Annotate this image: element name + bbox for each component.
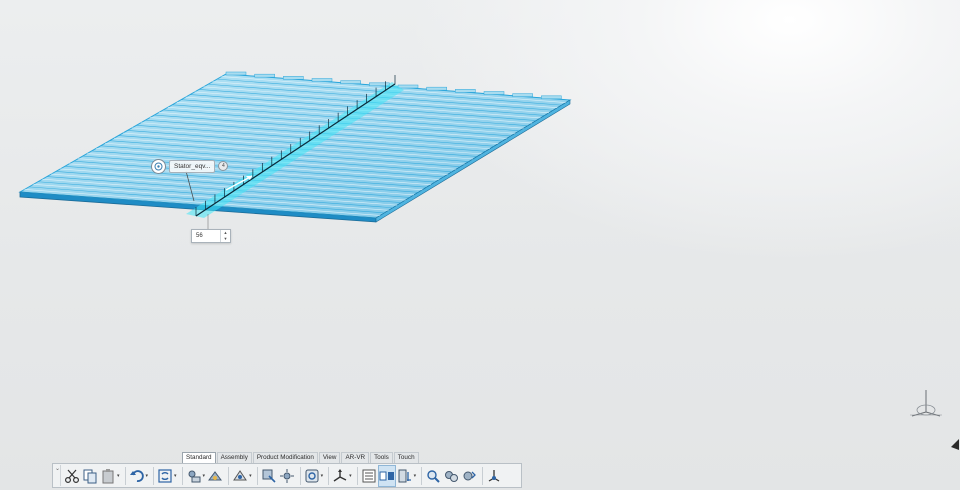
explode-icon[interactable] <box>279 466 295 486</box>
undo-icon[interactable]: ▾ <box>129 466 148 486</box>
render-style-icon[interactable]: ▾ <box>232 466 252 486</box>
action-bar-tabs: Standard Assembly Product Modification V… <box>182 452 420 463</box>
stator-model[interactable] <box>0 0 960 490</box>
stator-tooth <box>254 73 275 78</box>
tab-standard[interactable]: Standard <box>182 452 216 463</box>
value-spin-box[interactable]: 56 ▲ ▼ <box>191 229 231 243</box>
tab-assembly[interactable]: Assembly <box>216 452 252 463</box>
paste-icon[interactable]: ▾ <box>100 466 120 486</box>
view-mode-icon[interactable]: ▾ <box>304 466 323 486</box>
spin-down-icon[interactable]: ▼ <box>221 236 230 242</box>
triad-icon[interactable] <box>906 386 946 420</box>
hide-icon[interactable] <box>443 466 459 486</box>
copy-icon[interactable] <box>82 466 98 486</box>
axis-icon[interactable]: ▾ <box>332 466 352 486</box>
tab-tools[interactable]: Tools <box>370 452 393 463</box>
stator-tooth <box>541 95 562 100</box>
spin-value[interactable]: 56 <box>192 230 220 242</box>
stator-tooth <box>426 86 447 91</box>
tab-ar-vr[interactable]: AR-VR <box>341 452 370 463</box>
compass-icon[interactable] <box>151 158 166 174</box>
tree-icon[interactable] <box>361 466 377 486</box>
measure-icon[interactable]: ▾ <box>186 466 205 486</box>
cursor-icon <box>951 439 959 450</box>
model-label-text: Stator_eqv... <box>169 159 216 173</box>
tab-product-modification[interactable]: Product Modification <box>252 452 318 463</box>
update-icon[interactable]: ▾ <box>157 466 177 486</box>
tab-touch[interactable]: Touch <box>393 452 419 463</box>
swap-icon[interactable] <box>461 466 477 486</box>
stator-tooth <box>369 82 390 87</box>
action-bar: ⌄ ▾ ▾ ▾ ▾ ▾ ▾ ▾ ▾ <box>52 463 522 488</box>
toolbar-grip[interactable]: ⌄ <box>55 465 61 486</box>
stator-tooth <box>512 93 533 97</box>
3d-viewport[interactable]: Stator_eqv... 4 56 ▲ ▼ <box>0 0 960 490</box>
stator-tooth <box>397 84 419 89</box>
instance-badge: 4 <box>218 161 229 171</box>
multi-view-icon[interactable] <box>377 464 396 487</box>
compass-icon[interactable]: ▾ <box>397 466 416 486</box>
cut-icon[interactable] <box>64 466 80 486</box>
zoom-icon[interactable] <box>425 466 441 486</box>
stator-tooth <box>455 89 476 93</box>
catalog-icon[interactable] <box>207 466 223 486</box>
model-tree-label[interactable]: Stator_eqv... 4 <box>151 158 229 174</box>
stator-tooth <box>311 78 333 82</box>
stator-tooth <box>340 80 361 84</box>
fly-icon[interactable] <box>261 466 277 486</box>
tab-view[interactable]: View <box>318 452 341 463</box>
orientation-icon[interactable] <box>486 466 502 486</box>
stator-tooth <box>283 76 304 80</box>
stator-tooth <box>225 71 247 76</box>
stator-tooth <box>483 91 505 95</box>
